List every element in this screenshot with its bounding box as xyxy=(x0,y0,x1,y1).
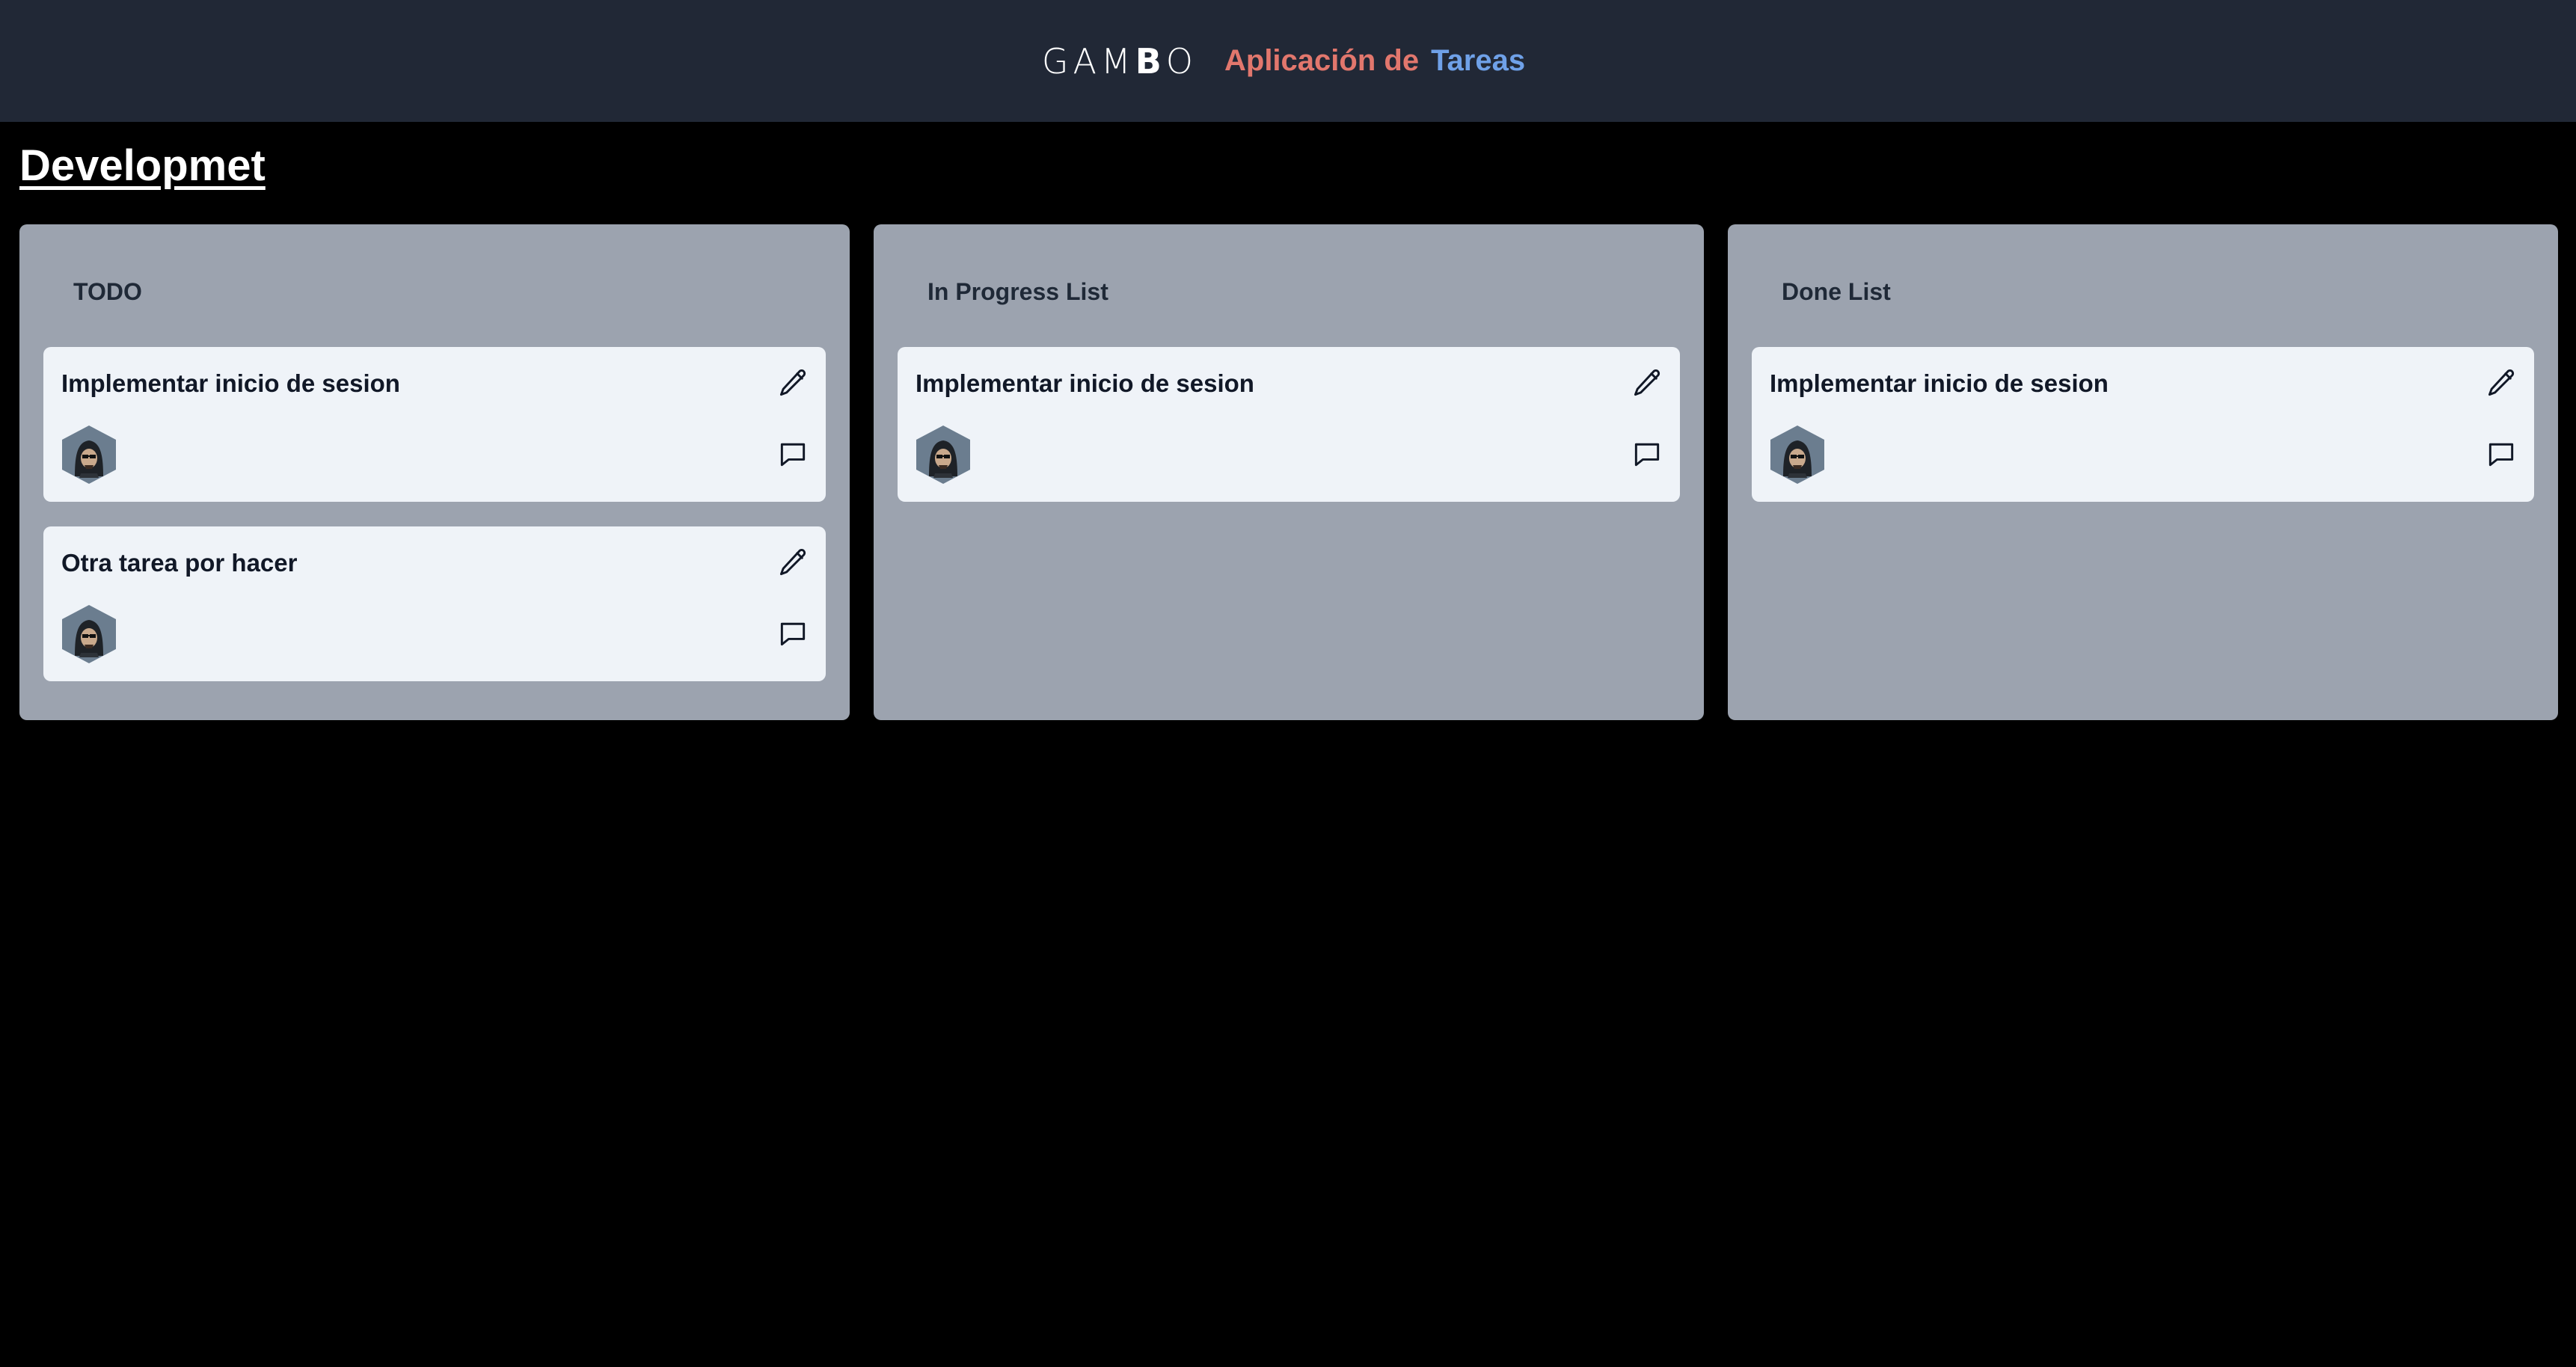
comment-icon[interactable] xyxy=(2485,438,2518,471)
pencil-icon[interactable] xyxy=(2485,366,2518,399)
card-list: Implementar inicio de sesion xyxy=(874,347,1704,502)
task-title: Otra tarea por hacer xyxy=(61,549,298,577)
pencil-icon[interactable] xyxy=(1631,366,1663,399)
task-card[interactable]: Implementar inicio de sesion xyxy=(43,347,826,502)
task-card[interactable]: Otra tarea por hacer xyxy=(43,526,826,681)
column-title: In Progress List xyxy=(927,278,1108,305)
avatar xyxy=(60,603,118,665)
task-title: Implementar inicio de sesion xyxy=(61,369,400,397)
task-title: Implementar inicio de sesion xyxy=(916,369,1254,397)
logo-text-end: O xyxy=(1165,40,1197,82)
board-columns: TODO Implementar inicio de sesion Otra ta… xyxy=(19,224,2558,720)
gambo-logo[interactable]: GAMBO xyxy=(1042,41,1197,82)
column-title: TODO xyxy=(73,278,142,305)
header-brand: GAMBO Aplicación de Tareas xyxy=(1042,41,1525,82)
app-title-part1: Aplicación de xyxy=(1224,44,1420,77)
logo-text-bold: B xyxy=(1135,40,1166,82)
board-column: Done List Implementar inicio de sesion xyxy=(1728,224,2558,720)
task-card[interactable]: Implementar inicio de sesion xyxy=(1752,347,2534,502)
pencil-icon[interactable] xyxy=(776,366,809,399)
board-column: TODO Implementar inicio de sesion Otra ta… xyxy=(19,224,850,720)
app-title-part2: Tareas xyxy=(1431,44,1526,77)
avatar xyxy=(914,424,972,485)
card-list: Implementar inicio de sesion Otra tarea … xyxy=(19,347,850,681)
comment-icon[interactable] xyxy=(776,438,809,471)
app-header: GAMBO Aplicación de Tareas xyxy=(0,0,2576,122)
card-list: Implementar inicio de sesion xyxy=(1728,347,2558,502)
column-title: Done List xyxy=(1782,278,1891,305)
board-title[interactable]: Developmet xyxy=(19,141,266,191)
comment-icon[interactable] xyxy=(776,618,809,651)
task-card[interactable]: Implementar inicio de sesion xyxy=(898,347,1680,502)
board-column: In Progress List Implementar inicio de se… xyxy=(874,224,1704,720)
avatar xyxy=(1768,424,1827,485)
comment-icon[interactable] xyxy=(1631,438,1663,471)
avatar xyxy=(60,424,118,485)
task-title: Implementar inicio de sesion xyxy=(1770,369,2109,397)
logo-text-start: GAM xyxy=(1041,40,1135,82)
pencil-icon[interactable] xyxy=(776,546,809,579)
